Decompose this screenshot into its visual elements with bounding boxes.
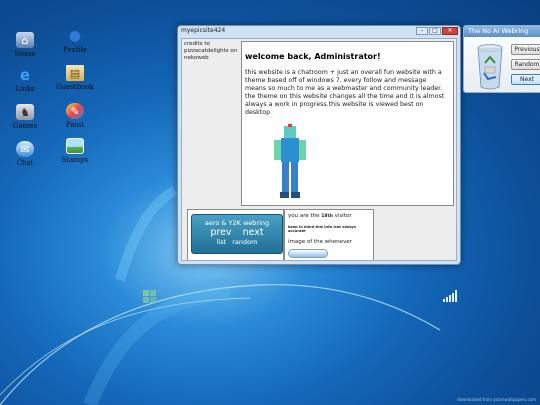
close-button[interactable]: ✕ bbox=[442, 27, 458, 35]
gadget-random-button[interactable]: Random bbox=[511, 59, 540, 70]
desktop-icon-links[interactable]: e Links bbox=[0, 66, 50, 93]
gadget-previous-button[interactable]: Previous bbox=[511, 44, 540, 55]
webring-widget: aero & Y2K webring prev next list random bbox=[187, 209, 284, 260]
desktop-icon-label: Stamps bbox=[61, 156, 89, 164]
profile-icon: ● bbox=[68, 28, 82, 44]
webring-list-link[interactable]: list bbox=[217, 238, 227, 246]
desktop-icon-label: Games bbox=[12, 122, 38, 130]
desktop-icon-home[interactable]: ⌂ Home bbox=[0, 32, 50, 58]
visitor-line: you are the 18th visitor bbox=[288, 213, 352, 219]
credits-text: credits to pizzacatdelights on nekoweb bbox=[184, 41, 238, 61]
guestbook-icon: ▤ bbox=[66, 65, 84, 81]
desktop-icon-profile[interactable]: ● Profile bbox=[50, 28, 100, 54]
gadget-title: The No AI Webring bbox=[464, 26, 540, 37]
webring-prev-link[interactable]: prev bbox=[210, 227, 231, 238]
chat-icon: ✉ bbox=[16, 141, 34, 157]
aero-webring-button[interactable]: aero & Y2K webring prev next list random bbox=[191, 214, 283, 254]
desktop-icon-games[interactable]: ♞ Games bbox=[0, 104, 50, 130]
desktop-icon-label: Links bbox=[15, 85, 35, 93]
stamps-icon bbox=[66, 138, 84, 154]
desktop-icon-paint[interactable]: ✎ Paint bbox=[50, 103, 100, 129]
minimize-button[interactable]: – bbox=[416, 27, 428, 35]
recycle-bin-icon bbox=[477, 44, 503, 90]
webring-title: aero & Y2K webring bbox=[204, 219, 270, 227]
welcome-panel: welcome back, Administrator! this websit… bbox=[241, 41, 454, 206]
games-icon: ♞ bbox=[16, 104, 34, 120]
window-content: credits to pizzacatdelights on nekoweb w… bbox=[181, 38, 457, 261]
desktop-icon-label: Guestbook bbox=[56, 83, 94, 91]
image-caption: image of the whenever bbox=[288, 239, 352, 245]
maximize-button[interactable]: □ bbox=[429, 27, 441, 35]
webring-next-link[interactable]: next bbox=[243, 227, 264, 238]
avatar-figure-icon bbox=[274, 124, 306, 198]
desktop-icon-label: Chat bbox=[16, 159, 34, 167]
webring-random-link[interactable]: random bbox=[232, 238, 257, 246]
window-titlebar[interactable]: myepicsite424 – □ ✕ bbox=[178, 26, 460, 37]
desktop-icon-guestbook[interactable]: ▤ Guestbook bbox=[50, 65, 100, 91]
paint-icon: ✎ bbox=[66, 103, 84, 119]
visitor-count: 18th bbox=[321, 214, 333, 219]
visitor-prefix: you are the bbox=[288, 213, 320, 219]
visitor-note: keep in mind this info isnt always accur… bbox=[288, 225, 357, 233]
window-controls: – □ ✕ bbox=[416, 27, 458, 35]
main-window[interactable]: myepicsite424 – □ ✕ credits to pizzacatd… bbox=[177, 25, 461, 265]
desktop-icon-label: Home bbox=[14, 50, 36, 58]
desktop-icon-stamps[interactable]: Stamps bbox=[50, 138, 100, 164]
network-signal-icon bbox=[443, 290, 457, 302]
welcome-heading: welcome back, Administrator! bbox=[245, 52, 381, 61]
desktop-icon-label: Profile bbox=[63, 46, 87, 54]
wallpaper-watermark: downloaded from pcbmwallpapers.com bbox=[457, 397, 536, 402]
welcome-body: this website is a chatroom + just an ove… bbox=[245, 69, 445, 116]
window-title: myepicsite424 bbox=[181, 27, 226, 34]
desktop-icon-chat[interactable]: ✉ Chat bbox=[0, 141, 50, 167]
desktop-icon-label: Paint bbox=[65, 121, 85, 129]
home-icon: ⌂ bbox=[16, 32, 34, 48]
gadget-next-button[interactable]: Next bbox=[511, 74, 540, 85]
visitor-suffix: visitor bbox=[334, 213, 352, 219]
windows-logo-icon bbox=[143, 290, 156, 303]
visitor-counter-panel: you are the 18th visitor keep in mind th… bbox=[284, 209, 374, 260]
no-ai-webring-gadget: The No AI Webring Previous Random Next bbox=[463, 25, 540, 93]
ie-links-icon: e bbox=[19, 66, 31, 84]
cloud-image bbox=[288, 249, 328, 258]
